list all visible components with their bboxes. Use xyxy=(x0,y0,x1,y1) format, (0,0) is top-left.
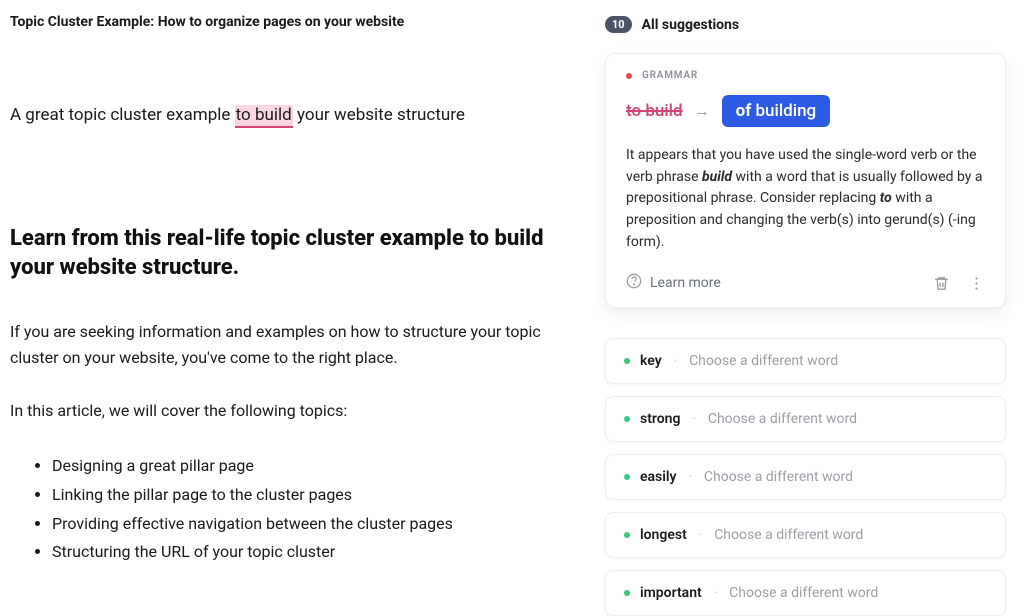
suggestion-word: easily xyxy=(640,469,676,485)
suggestion-card-collapsed[interactable]: easily · Choose a different word xyxy=(605,454,1006,500)
doc-paragraph: If you are seeking information and examp… xyxy=(10,319,580,370)
doc-heading: Learn from this real-life topic cluster … xyxy=(10,224,550,283)
help-circle-icon xyxy=(626,273,642,293)
suggestion-hint: Choose a different word xyxy=(714,527,863,543)
vocab-dot-icon xyxy=(624,474,630,480)
suggestion-card-collapsed[interactable]: longest · Choose a different word xyxy=(605,512,1006,558)
list-item: Providing effective navigation between t… xyxy=(52,510,585,539)
suggestion-hint: Choose a different word xyxy=(704,469,853,485)
suggestion-card-collapsed[interactable]: key · Choose a different word xyxy=(605,338,1006,384)
learn-more-link[interactable]: Learn more xyxy=(626,273,721,293)
suggestion-word: key xyxy=(640,353,662,369)
suggestion-hint: Choose a different word xyxy=(729,585,878,601)
explanation-text: It appears that you have used the single… xyxy=(626,145,985,253)
panel-title: All suggestions xyxy=(642,17,739,33)
suggestion-card-collapsed[interactable]: important · Choose a different word xyxy=(605,570,1006,616)
list-item: Linking the pillar page to the cluster p… xyxy=(52,481,585,510)
suggestion-word: strong xyxy=(640,411,680,427)
category-label: GRAMMAR xyxy=(642,70,698,81)
suggestion-hint: Choose a different word xyxy=(708,411,857,427)
suggestions-panel: 10 All suggestions GRAMMAR to build → of… xyxy=(595,0,1024,593)
vocab-dot-icon xyxy=(624,416,630,422)
correction-row: to build → of building xyxy=(626,95,985,127)
original-text: to build xyxy=(626,101,683,121)
doc-paragraph: In this article, we will cover the follo… xyxy=(10,398,580,424)
card-footer: Learn more xyxy=(626,271,985,293)
suggestion-word: important xyxy=(640,585,702,601)
panel-header: 10 All suggestions xyxy=(605,16,1006,33)
trash-icon[interactable] xyxy=(933,275,950,292)
arrow-right-icon: → xyxy=(695,102,710,120)
vocab-dot-icon xyxy=(624,532,630,538)
vocab-dot-icon xyxy=(624,590,630,596)
suggestion-hint: Choose a different word xyxy=(689,353,838,369)
document-editor[interactable]: Topic Cluster Example: How to organize p… xyxy=(0,0,595,593)
replacement-pill[interactable]: of building xyxy=(722,95,831,127)
suggestion-count-badge: 10 xyxy=(605,16,632,33)
suggestion-card-expanded[interactable]: GRAMMAR to build → of building It appear… xyxy=(605,53,1006,308)
topics-list: Designing a great pillar page Linking th… xyxy=(10,452,585,567)
more-vertical-icon[interactable] xyxy=(968,275,985,292)
doc-subtitle: A great topic cluster example to build y… xyxy=(10,104,585,128)
subtitle-post: your website structure xyxy=(293,105,465,125)
doc-title: Topic Cluster Example: How to organize p… xyxy=(10,14,585,30)
grammar-dot-icon xyxy=(626,73,632,79)
learn-more-label: Learn more xyxy=(650,275,721,291)
suggestion-card-collapsed[interactable]: strong · Choose a different word xyxy=(605,396,1006,442)
list-item: Designing a great pillar page xyxy=(52,452,585,481)
card-category-row: GRAMMAR xyxy=(626,70,985,81)
subtitle-pre: A great topic cluster example xyxy=(10,105,235,125)
highlighted-phrase[interactable]: to build xyxy=(235,105,293,128)
vocab-dot-icon xyxy=(624,358,630,364)
list-item: Structuring the URL of your topic cluste… xyxy=(52,538,585,567)
suggestion-word: longest xyxy=(640,527,687,543)
